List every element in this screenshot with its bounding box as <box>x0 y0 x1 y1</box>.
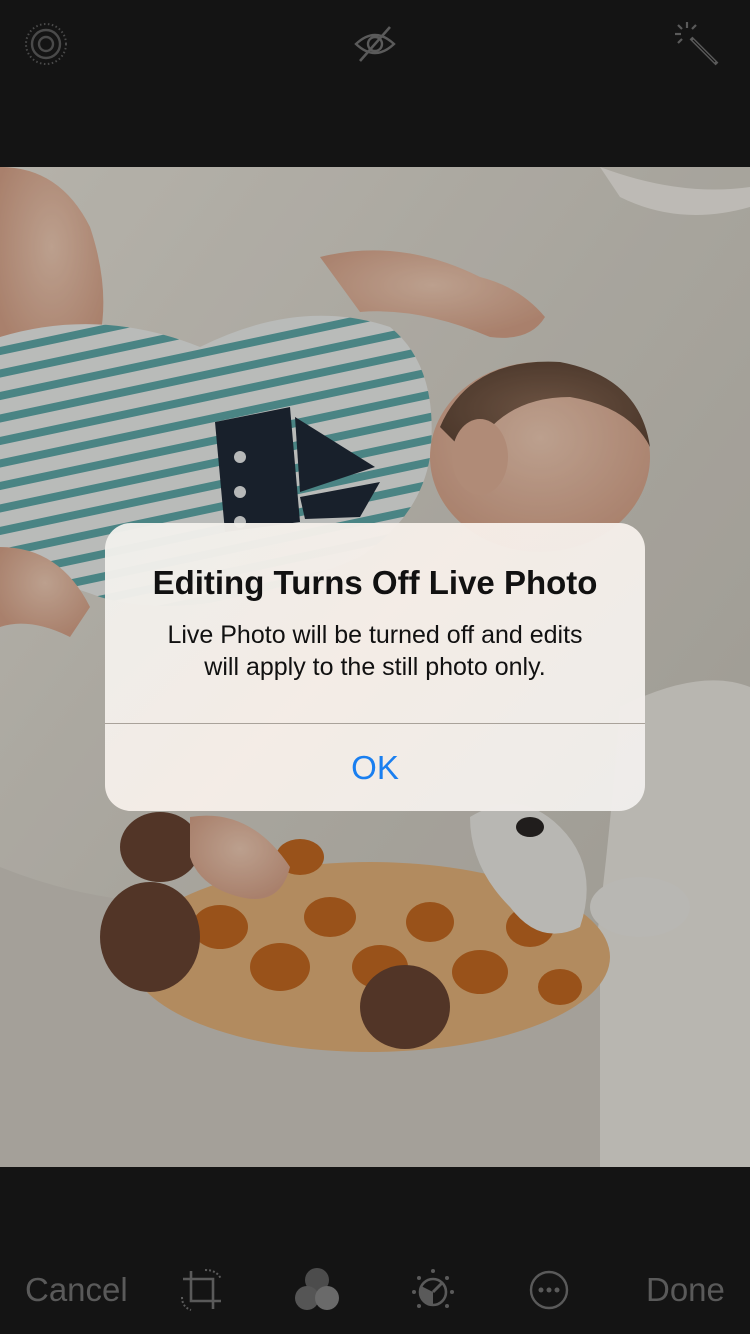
alert-message-line-2: will apply to the still photo only. <box>204 653 546 681</box>
eye-slash-icon[interactable] <box>351 20 399 68</box>
alert-message-line-1: Live Photo will be turned off and edits <box>167 621 583 649</box>
magic-wand-icon[interactable] <box>673 20 721 68</box>
ok-button[interactable]: OK <box>105 724 645 811</box>
cancel-button[interactable]: Cancel <box>25 1270 128 1310</box>
top-toolbar <box>0 0 750 167</box>
alert-message: Live Photo will be turned off and edits … <box>135 619 615 683</box>
live-photo-alert: Editing Turns Off Live Photo Live Photo … <box>105 523 645 811</box>
adjust-icon[interactable] <box>409 1266 457 1314</box>
more-icon[interactable] <box>525 1266 573 1314</box>
photo-editor-screen: Cancel Done Editing Turns Off Live Photo… <box>0 0 750 1334</box>
done-button[interactable]: Done <box>646 1270 725 1310</box>
live-photo-icon[interactable] <box>22 20 70 68</box>
alert-title: Editing Turns Off Live Photo <box>152 564 598 601</box>
crop-rotate-icon[interactable] <box>178 1266 226 1314</box>
filters-icon[interactable] <box>293 1266 341 1314</box>
